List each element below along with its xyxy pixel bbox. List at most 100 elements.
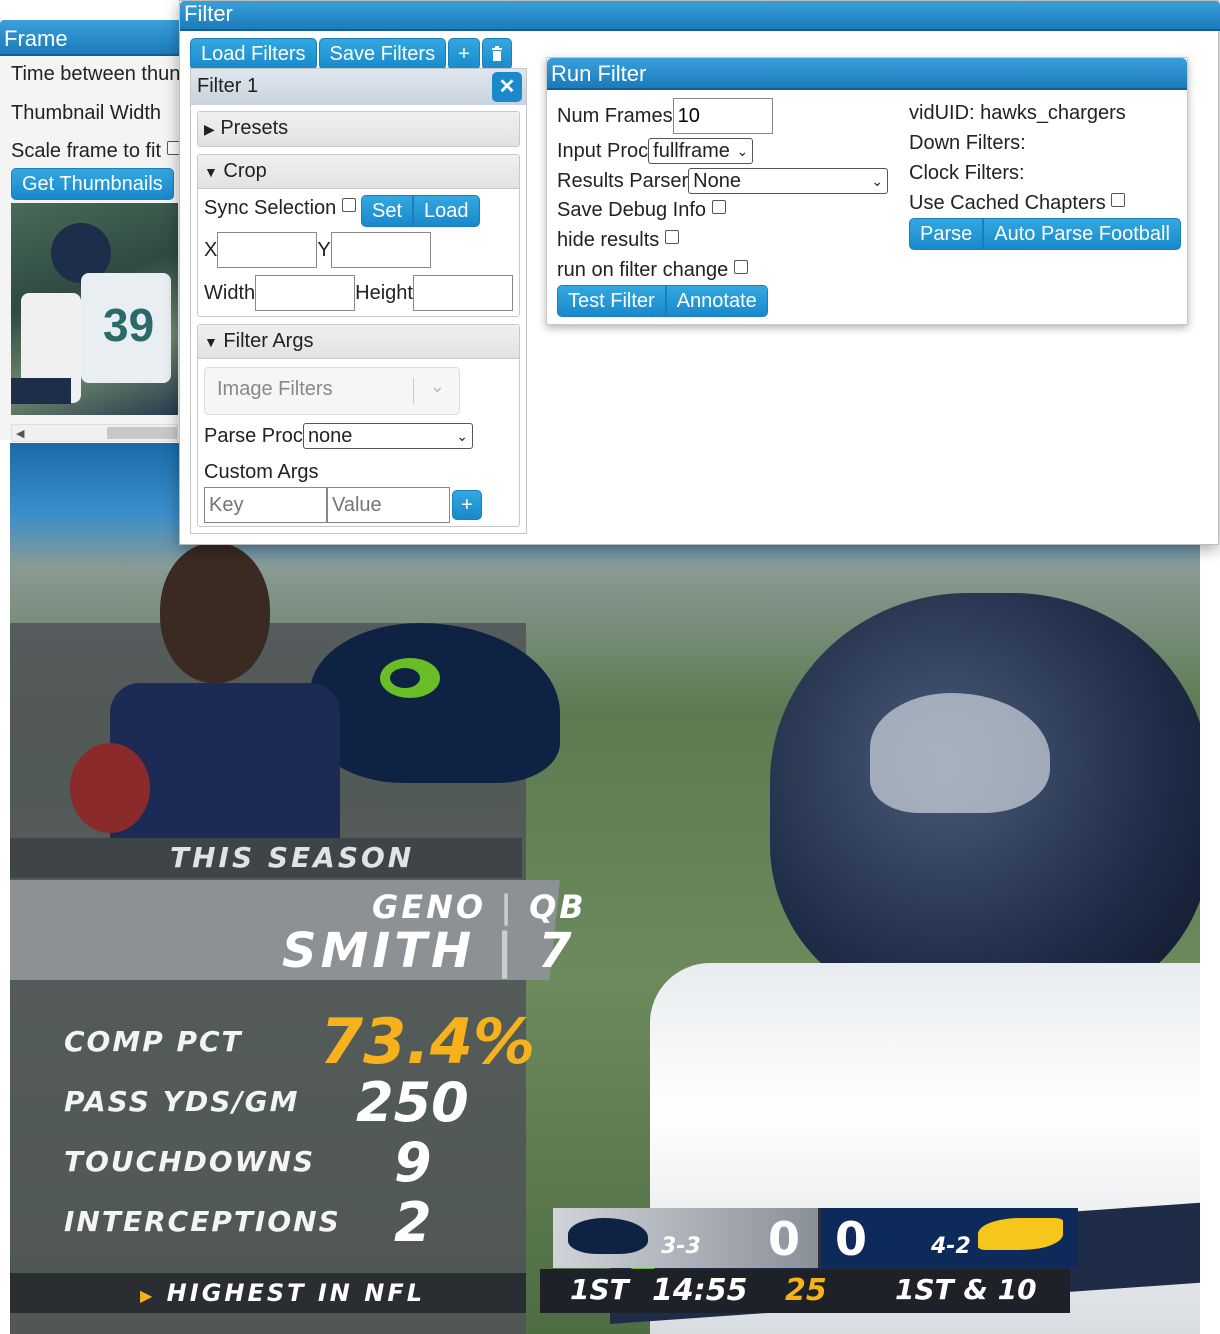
custom-args-label: Custom Args — [204, 461, 319, 483]
player-position: QB — [529, 888, 587, 926]
add-custom-arg-button[interactable]: + — [452, 490, 482, 520]
player-last-name: SMITH — [282, 923, 476, 979]
crop-header[interactable]: ▼ Crop — [198, 155, 519, 189]
stat-value-interceptions: 2 — [394, 1191, 432, 1254]
game-clock: 14:55 — [652, 1273, 748, 1308]
run-on-change-checkbox[interactable] — [733, 260, 748, 274]
parse-proc-value: none — [307, 424, 353, 447]
viduid-label: vidUID: hawks_chargers — [909, 102, 1126, 124]
frame-panel: Frame Time between thun Thumbnail Width … — [0, 20, 190, 442]
results-parser-select[interactable]: None ⌄ — [688, 168, 889, 194]
add-filter-button[interactable]: + — [448, 38, 480, 70]
results-parser-value: None — [693, 169, 741, 192]
custom-arg-key-input[interactable] — [204, 487, 327, 523]
use-cached-label: Use Cached Chapters — [909, 192, 1106, 214]
save-debug-label: Save Debug Info — [557, 199, 706, 221]
auto-parse-football-button[interactable]: Auto Parse Football — [983, 218, 1181, 250]
home-team-logo — [568, 1218, 648, 1254]
scoreboard: 3-3 0 0 4-2 — [553, 1208, 1078, 1268]
custom-arg-value-input[interactable] — [327, 487, 450, 523]
input-proc-label: Input Proc — [557, 139, 649, 162]
stat-value-pass-yds: 250 — [356, 1071, 469, 1134]
get-thumbnails-button[interactable]: Get Thumbnails — [11, 168, 174, 200]
crop-x-label: X — [204, 238, 218, 261]
filter-1-panel: Filter 1 ✕ ▶ Presets ▼ Crop Sync Selecti… — [190, 68, 527, 534]
hide-results-checkbox[interactable] — [664, 230, 679, 244]
down-filters-label: Down Filters: — [909, 132, 1026, 154]
quarter: 1ST — [570, 1273, 629, 1306]
image-filters-placeholder: Image Filters — [217, 378, 333, 400]
play-clock: 25 — [785, 1273, 827, 1308]
parse-proc-select[interactable]: none ⌄ — [302, 423, 473, 449]
image-filters-select[interactable]: Image Filters ⌄ — [204, 367, 460, 415]
thumbnail-scrollbar[interactable]: ◀ — [11, 424, 178, 442]
crop-set-button[interactable]: Set — [361, 195, 414, 227]
away-score: 0 — [835, 1212, 868, 1266]
chevron-down-icon: ▼ — [204, 334, 218, 350]
crop-width-input[interactable] — [255, 275, 356, 311]
thumbnail-image[interactable]: 39 — [11, 203, 178, 415]
crop-x-input[interactable] — [217, 232, 318, 268]
crop-y-input[interactable] — [330, 232, 431, 268]
filter-1-title: Filter 1 — [197, 75, 259, 97]
stat-label-touchdowns: TOUCHDOWNS — [64, 1145, 316, 1178]
stat-value-comp-pct: 73.4% — [320, 1005, 536, 1078]
num-frames-label: Num Frames — [557, 104, 673, 127]
delete-filter-button[interactable] — [481, 38, 512, 70]
input-proc-select[interactable]: fullframe ⌄ — [648, 138, 754, 164]
parse-proc-label: Parse Proc — [204, 424, 303, 447]
run-filter-panel: Run Filter Num Frames Input Proc fullfra… — [546, 57, 1188, 325]
play-arrow-icon: ▶ — [140, 1286, 156, 1305]
footer-highest-label: HIGHEST IN NFL — [166, 1279, 426, 1307]
chevron-down-icon: ⌄ — [871, 172, 884, 189]
chevron-down-icon: ⌄ — [429, 376, 445, 396]
crop-label: Crop — [223, 160, 267, 182]
save-filters-button[interactable]: Save Filters — [318, 38, 447, 70]
filter-window: Filter Load Filters Save Filters + Filte… — [179, 0, 1220, 545]
stat-label-comp-pct: COMP PCT — [64, 1025, 243, 1058]
filter-args-section: ▼ Filter Args Image Filters ⌄ Parse Proc… — [197, 324, 520, 527]
load-filters-button[interactable]: Load Filters — [190, 38, 317, 70]
clock-filters-label: Clock Filters: — [909, 162, 1025, 184]
this-season-label: THIS SEASON — [170, 841, 415, 874]
home-score: 0 — [768, 1212, 801, 1266]
hide-results-label: hide results — [557, 229, 660, 251]
presets-label: Presets — [220, 117, 289, 139]
parse-button[interactable]: Parse — [909, 218, 984, 250]
stat-label-pass-yds: PASS YDS/GM — [64, 1085, 300, 1118]
presets-section[interactable]: ▶ Presets — [197, 111, 520, 147]
test-filter-button[interactable]: Test Filter — [557, 285, 666, 317]
filter-window-title[interactable]: Filter — [180, 1, 1220, 31]
chevron-right-icon: ▶ — [204, 121, 215, 137]
close-icon[interactable]: ✕ — [492, 72, 522, 102]
crop-height-input[interactable] — [412, 275, 513, 311]
num-frames-input[interactable] — [672, 98, 773, 134]
time-between-label: Time between thun — [11, 63, 181, 85]
stat-value-touchdowns: 9 — [394, 1131, 432, 1194]
down-distance: 1ST & 10 — [895, 1273, 1037, 1306]
scroll-left-icon[interactable]: ◀ — [16, 427, 24, 440]
crop-section: ▼ Crop Sync Selection Set Load X Y Width… — [197, 154, 520, 317]
sync-selection-checkbox[interactable] — [341, 198, 356, 212]
crop-width-label: Width — [204, 281, 256, 304]
player-photo — [160, 543, 270, 683]
player-first-name: GENO — [372, 888, 487, 926]
thumbnail-width-label: Thumbnail Width — [11, 102, 162, 124]
chevron-down-icon: ▼ — [204, 164, 218, 180]
frame-panel-title: Frame — [0, 20, 190, 56]
crop-load-button[interactable]: Load — [413, 195, 480, 227]
away-record: 4-2 — [931, 1234, 971, 1259]
home-record: 3-3 — [661, 1234, 701, 1259]
player-number: 7 — [538, 923, 576, 979]
filter-args-header[interactable]: ▼ Filter Args — [198, 325, 519, 359]
use-cached-checkbox[interactable] — [1111, 193, 1126, 207]
sync-selection-label: Sync Selection — [204, 197, 337, 219]
save-debug-checkbox[interactable] — [711, 200, 726, 214]
video-frame: THIS SEASON GENO | QB SMITH | 7 COMP PCT… — [10, 443, 1200, 1334]
trash-icon — [491, 46, 502, 61]
scale-frame-label: Scale frame to fit — [11, 140, 162, 162]
crop-y-label: Y — [317, 238, 331, 261]
annotate-button[interactable]: Annotate — [665, 285, 768, 317]
away-team-logo — [978, 1218, 1063, 1250]
results-parser-label: Results Parser — [557, 169, 689, 192]
